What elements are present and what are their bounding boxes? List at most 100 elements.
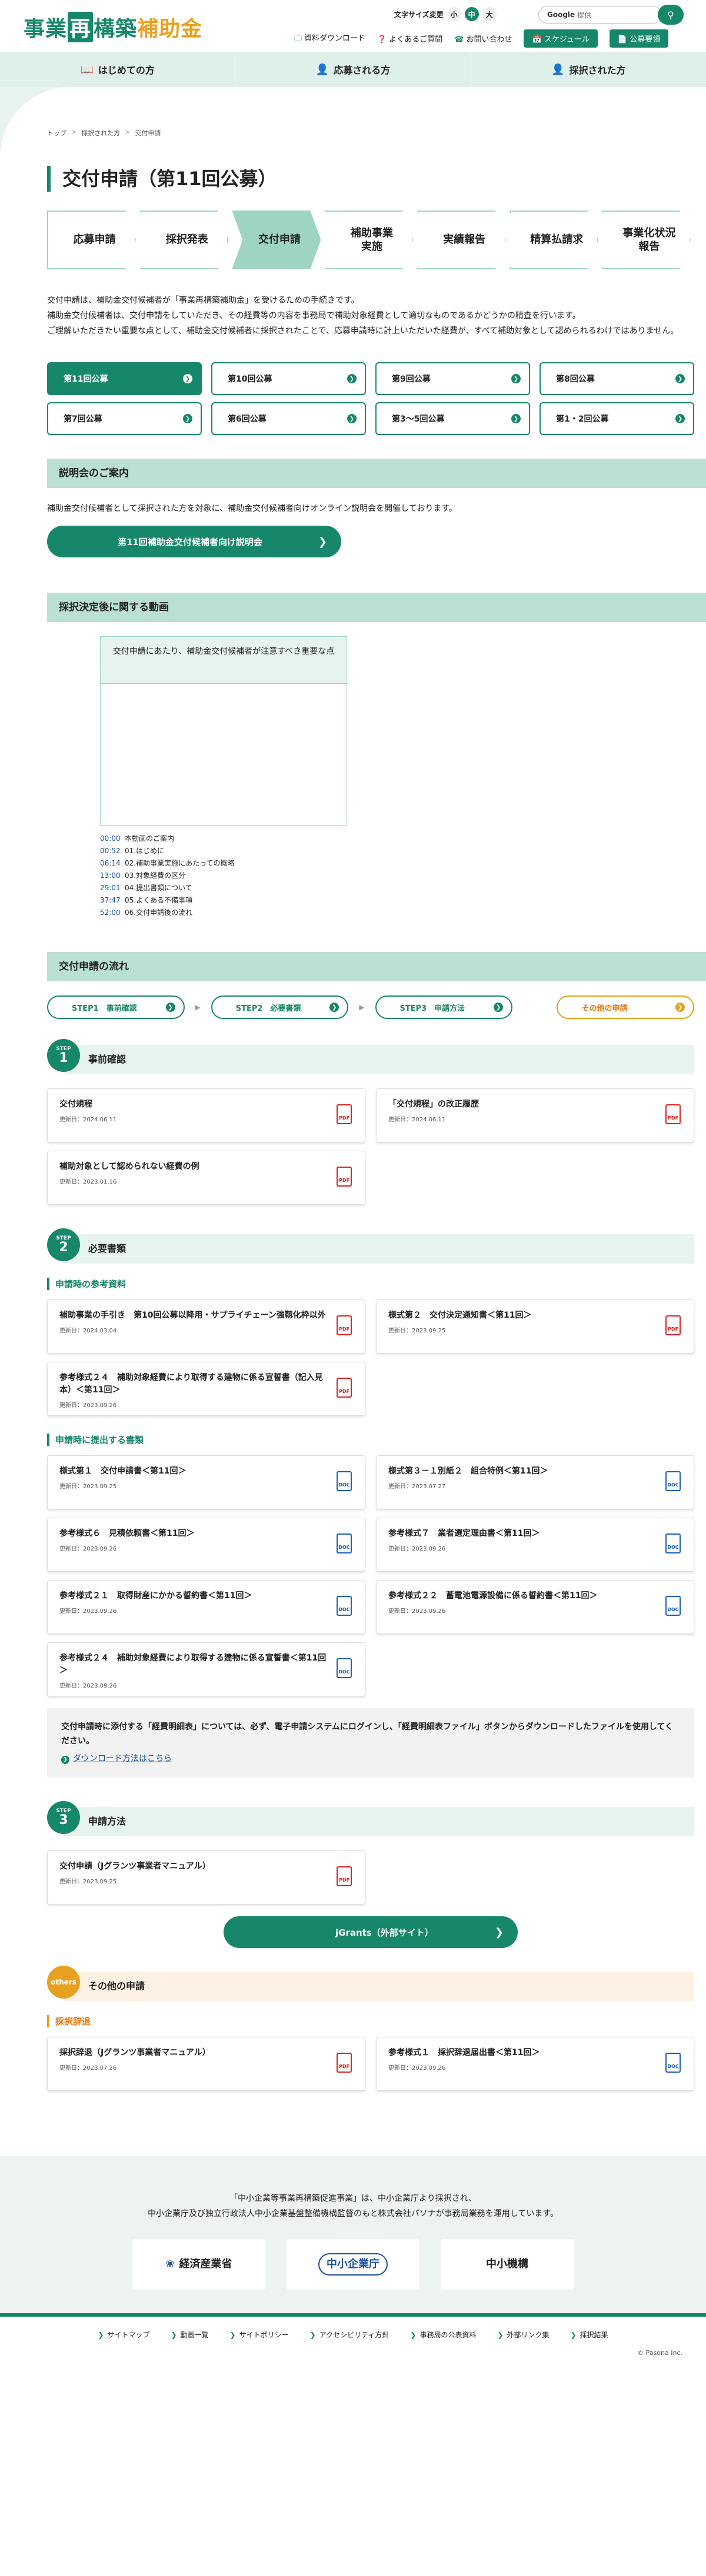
step-report[interactable]: 実績報告 <box>417 211 506 269</box>
faq-link[interactable]: ❓ よくあるご質問 <box>377 33 442 44</box>
step-kofu[interactable]: 交付申請 <box>232 211 321 269</box>
step-implement[interactable]: 補助事業 実施 <box>324 211 414 269</box>
doc-icon: DOC <box>337 1658 352 1678</box>
font-size-medium-button[interactable]: 中 <box>464 7 479 21</box>
doc-card[interactable]: 「交付規程」の改正履歴 更新日：2024.06.11 PDF <box>376 1088 694 1142</box>
doc-card[interactable]: 参考様式６ 見積依頼書＜第11回＞ 更新日：2023.09.26 DOC <box>47 1518 365 1572</box>
search-input[interactable]: Google 提供 <box>538 6 662 24</box>
chusho-logo[interactable]: 中小企業庁 <box>287 2239 419 2290</box>
video-player[interactable]: 交付申請にあたり、補助金交付候補者が注意すべき重要な点 <box>100 636 347 826</box>
footer-link-external[interactable]: ❯ 外部リンク集 <box>497 2330 549 2340</box>
footer-link-policy[interactable]: ❯ サイトポリシー <box>230 2330 289 2340</box>
smrj-logo[interactable]: 中小機構 <box>441 2239 574 2290</box>
doc-icon: DOC <box>337 1533 352 1553</box>
round-tab-8[interactable]: 第8回公募 ❯ <box>540 362 694 395</box>
flow-nav: STEP1 事前確認 ❯ ▶ STEP2 必要書類 ❯ ▶ STEP3 申請方法 ❯ … <box>47 995 694 1019</box>
round-tab-1-2[interactable]: 第1・2回公募 ❯ <box>540 402 694 435</box>
step-status-report[interactable]: 事業化状況 報告 <box>601 211 691 269</box>
pdf-icon: PDF <box>337 1378 352 1398</box>
round-tab-11[interactable]: 第11回公募 ❯ <box>47 362 202 395</box>
doc-card[interactable]: 様式第１ 交付申請書＜第11回＞ 更新日：2023.09.25 DOC <box>47 1455 365 1509</box>
doc-card[interactable]: 参考様式１ 採択辞退届出書＜第11回＞ 更新日：2023.09.26 DOC <box>376 2037 694 2091</box>
chapter-item[interactable]: 00:00 本動画のご案内 <box>100 833 694 845</box>
doc-card[interactable]: 交付申請（Jグランツ事業者マニュアル） 更新日：2023.09.25 PDF <box>47 1850 365 1905</box>
flow-nav-others[interactable]: その他の申請 ❯ <box>557 995 694 1019</box>
doc-card[interactable]: 採択辞退（Jグランツ事業者マニュアル） 更新日：2023.07.26 PDF <box>47 2037 365 2091</box>
footer-link-results[interactable]: ❯ 採択結果 <box>571 2330 608 2340</box>
flow-nav-step3[interactable]: STEP3 申請方法 ❯ <box>375 995 513 1019</box>
chapter-item[interactable]: 52:00 06.交付申請後の流れ <box>100 907 694 919</box>
global-nav: 📖 はじめての方 👤 応募される方 👤 採択された方 <box>0 52 706 87</box>
round-tab-7[interactable]: 第7回公募 ❯ <box>47 402 202 435</box>
round-tab-10[interactable]: 第10回公募 ❯ <box>211 362 366 395</box>
footer-link-public-docs[interactable]: ❯ 事務局の公表資料 <box>410 2330 476 2340</box>
doc-card[interactable]: 様式第２ 交付決定通知書＜第11回＞ 更新日：2023.09.25 PDF <box>376 1299 694 1354</box>
nav-beginners[interactable]: 📖 はじめての方 <box>0 52 236 87</box>
footer-link-accessibility[interactable]: ❯ アクセシビリティ方針 <box>310 2330 389 2340</box>
chevron-right-icon: ❯ <box>410 2331 417 2339</box>
step-payment[interactable]: 精算払請求 <box>509 211 598 269</box>
chevron-right-icon: ❯ <box>61 1756 69 1764</box>
round-tab-9[interactable]: 第9回公募 ❯ <box>375 362 530 395</box>
schedule-button[interactable]: 📅 スケジュール <box>524 29 598 48</box>
doc-card[interactable]: 参考様式２４ 補助対象経費により取得する建物に係る宣誓書＜第11回＞ 更新日：20… <box>47 1642 365 1696</box>
chapter-item[interactable]: 37:47 05.よくある不備事項 <box>100 894 694 907</box>
header-links: 🗀 資料ダウンロード ❓ よくあるご質問 ☎ お問い合わせ 📅 スケジュール 📄 公募… <box>294 29 669 48</box>
calendar-icon: 📅 <box>532 35 544 44</box>
flow-nav-step1[interactable]: STEP1 事前確認 ❯ <box>47 995 185 1019</box>
step2-section: STEP 2 必要書類 申請時の参考資料 補助事業の手引き 第10回公募以降用・サ… <box>47 1228 694 1778</box>
doc-card[interactable]: 補助対象として認められない経費の例 更新日：2023.01.16 PDF <box>47 1151 365 1205</box>
round-tab-6[interactable]: 第6回公募 ❯ <box>211 402 366 435</box>
chevron-right-icon: ❯ <box>318 535 327 548</box>
download-link[interactable]: 🗀 資料ダウンロード <box>294 32 365 46</box>
step-announce[interactable]: 採択発表 <box>139 211 229 269</box>
step2-title: 必要書類 <box>64 1234 694 1264</box>
nav-adopted[interactable]: 👤 採択された方 <box>471 52 706 87</box>
chevron-right-icon: ❯ <box>511 374 521 383</box>
breadcrumb-top[interactable]: トップ <box>47 128 66 138</box>
meti-logo[interactable]: ❀ 経済産業省 <box>132 2239 265 2290</box>
step2-sub2: 申請時に提出する書類 <box>47 1434 694 1446</box>
koubo-button[interactable]: 📄 公募要領 <box>609 29 669 48</box>
person-icon: 👤 <box>315 63 329 76</box>
others-title: その他の申請 <box>64 1972 694 2001</box>
search-button[interactable]: ⚲ <box>658 5 684 25</box>
flow-nav-step2[interactable]: STEP2 必要書類 ❯ <box>211 995 349 1019</box>
folder-icon: 🗀 <box>294 34 302 43</box>
footer-link-videos[interactable]: ❯ 動画一覧 <box>171 2330 208 2340</box>
briefing-button[interactable]: 第11回補助金交付候補者向け説明会 ❯ <box>47 526 341 557</box>
chapter-item[interactable]: 06:14 02.補助事業実施にあたっての概略 <box>100 857 694 870</box>
doc-card[interactable]: 参考様式２１ 取得財産にかかる誓約書＜第11回＞ 更新日：2023.09.26 DO… <box>47 1580 365 1634</box>
contact-link[interactable]: ☎ お問い合わせ <box>454 33 512 44</box>
chapter-item[interactable]: 00:52 01.はじめに <box>100 845 694 857</box>
doc-card[interactable]: 参考様式７ 業者選定理由書＜第11回＞ 更新日：2023.09.26 DOC <box>376 1518 694 1572</box>
download-method-link[interactable]: ❯ ダウンロード方法はこちら <box>61 1754 172 1764</box>
nav-applicants[interactable]: 👤 応募される方 <box>235 52 471 87</box>
briefing-text: 補助金交付候補者として採択された方を対象に、補助金交付候補者向けオンライン説明会… <box>47 504 457 513</box>
chapter-item[interactable]: 29:01 04.提出書類について <box>100 882 694 894</box>
chapter-item[interactable]: 13:00 03.対象経費の区分 <box>100 870 694 882</box>
font-size-small-button[interactable]: 小 <box>447 7 461 21</box>
site-logo[interactable]: 事業再構築補助金 <box>24 12 202 42</box>
briefing-heading: 説明会のご案内 <box>47 459 706 488</box>
doc-card[interactable]: 参考様式２２ 蓄電池電源設備に係る誓約書＜第11回＞ 更新日：2023.09.26… <box>376 1580 694 1634</box>
chevron-right-icon: ❯ <box>570 2331 577 2339</box>
breadcrumb: トップ > 採択された方 > 交付申請 <box>47 128 161 138</box>
chevron-right-icon: ❯ <box>675 374 685 383</box>
main-content: トップ > 採択された方 > 交付申請 交付申請（第11回公募） 応募申請 採択発表… <box>0 87 706 2156</box>
step3-badge: STEP 3 <box>47 1801 80 1834</box>
chevron-down-icon: ❯ <box>165 1003 175 1012</box>
chevron-right-icon: ❯ <box>171 2331 177 2339</box>
doc-icon: DOC <box>337 1596 352 1616</box>
jgrants-button[interactable]: jGrants（外部サイト） ❯ <box>224 1916 518 1948</box>
font-size-large-button[interactable]: 大 <box>482 7 497 21</box>
footer-link-sitemap[interactable]: ❯ サイトマップ <box>98 2330 149 2340</box>
chevron-right-icon: ❯ <box>497 2331 504 2339</box>
breadcrumb-adopted[interactable]: 採択された方 <box>81 128 120 138</box>
doc-card[interactable]: 交付規程 更新日：2024.06.11 PDF <box>47 1088 365 1142</box>
round-tab-3-5[interactable]: 第3〜5回公募 ❯ <box>375 402 530 435</box>
doc-card[interactable]: 参考様式２４ 補助対象経費により取得する建物に係る宣誓書（記入見本）＜第11回＞… <box>47 1362 365 1416</box>
doc-card[interactable]: 様式第３－１別紙２ 組合特例＜第11回＞ 更新日：2023.07.27 DOC <box>376 1455 694 1509</box>
doc-card[interactable]: 補助事業の手引き 第10回公募以降用・サプライチェーン強靱化枠以外 更新日：202… <box>47 1299 365 1354</box>
step-apply[interactable]: 応募申請 <box>47 211 136 269</box>
